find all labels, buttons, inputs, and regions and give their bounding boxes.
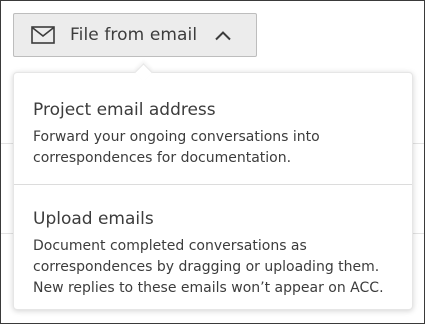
description-line: Forward your ongoing conversations into	[33, 129, 320, 145]
chevron-up-icon	[215, 30, 231, 40]
menu-item-description: Forward your ongoing conversations into …	[33, 127, 400, 169]
mail-icon	[31, 26, 55, 44]
description-line: New replies to these emails won’t appear…	[33, 280, 384, 296]
description-line: correspondences by dragging or uploading…	[33, 259, 380, 275]
email-options-menu: Project email address Forward your ongoi…	[13, 63, 413, 310]
menu-item-title: Upload emails	[33, 209, 154, 229]
description-line: correspondences for documentation.	[33, 150, 292, 166]
description-line: Document completed conversations as	[33, 238, 307, 254]
file-from-email-label: File from email	[70, 25, 198, 45]
menu-item-project-email-address[interactable]: Project email address Forward your ongoi…	[14, 73, 412, 184]
menu-item-title: Project email address	[33, 100, 216, 120]
window-frame: File from email Project email address Fo…	[0, 0, 425, 324]
menu-item-upload-emails[interactable]: Upload emails Document completed convers…	[14, 185, 412, 309]
file-from-email-button[interactable]: File from email	[13, 13, 257, 57]
menu-item-description: Document completed conversations as corr…	[33, 236, 400, 299]
